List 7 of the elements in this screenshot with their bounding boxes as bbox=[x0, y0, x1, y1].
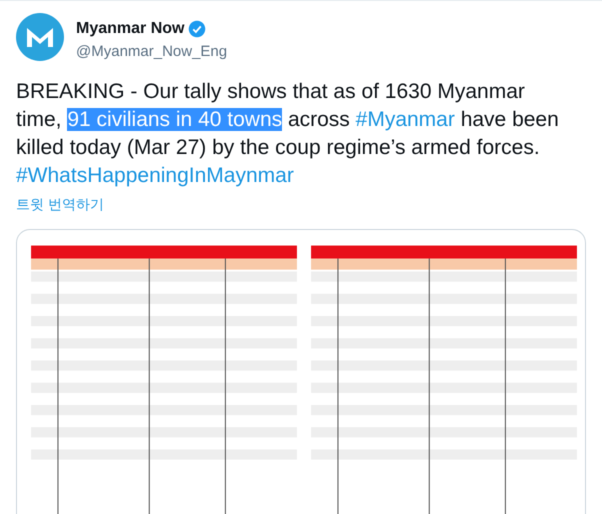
translate-link[interactable]: 트윗 번역하기 bbox=[0, 194, 120, 214]
hashtag-link[interactable]: #WhatsHappeningInMaynmar bbox=[16, 164, 294, 186]
author-handle[interactable]: @Myanmar_Now_Eng bbox=[76, 41, 228, 64]
avatar-logo-icon[interactable] bbox=[16, 13, 64, 61]
hashtag-link[interactable]: #Myanmar bbox=[356, 108, 455, 130]
tweet-text: BREAKING - Our tally shows that as of 1630 Myanmar time, 91 civilians in 40 towns across #Myanmar have been killed today (Mar 27) by the coup regime’s armed forces. #WhatsHappeningInMaynmar bbox=[15, 78, 560, 188]
author-name[interactable]: Myanmar Now bbox=[76, 17, 184, 41]
